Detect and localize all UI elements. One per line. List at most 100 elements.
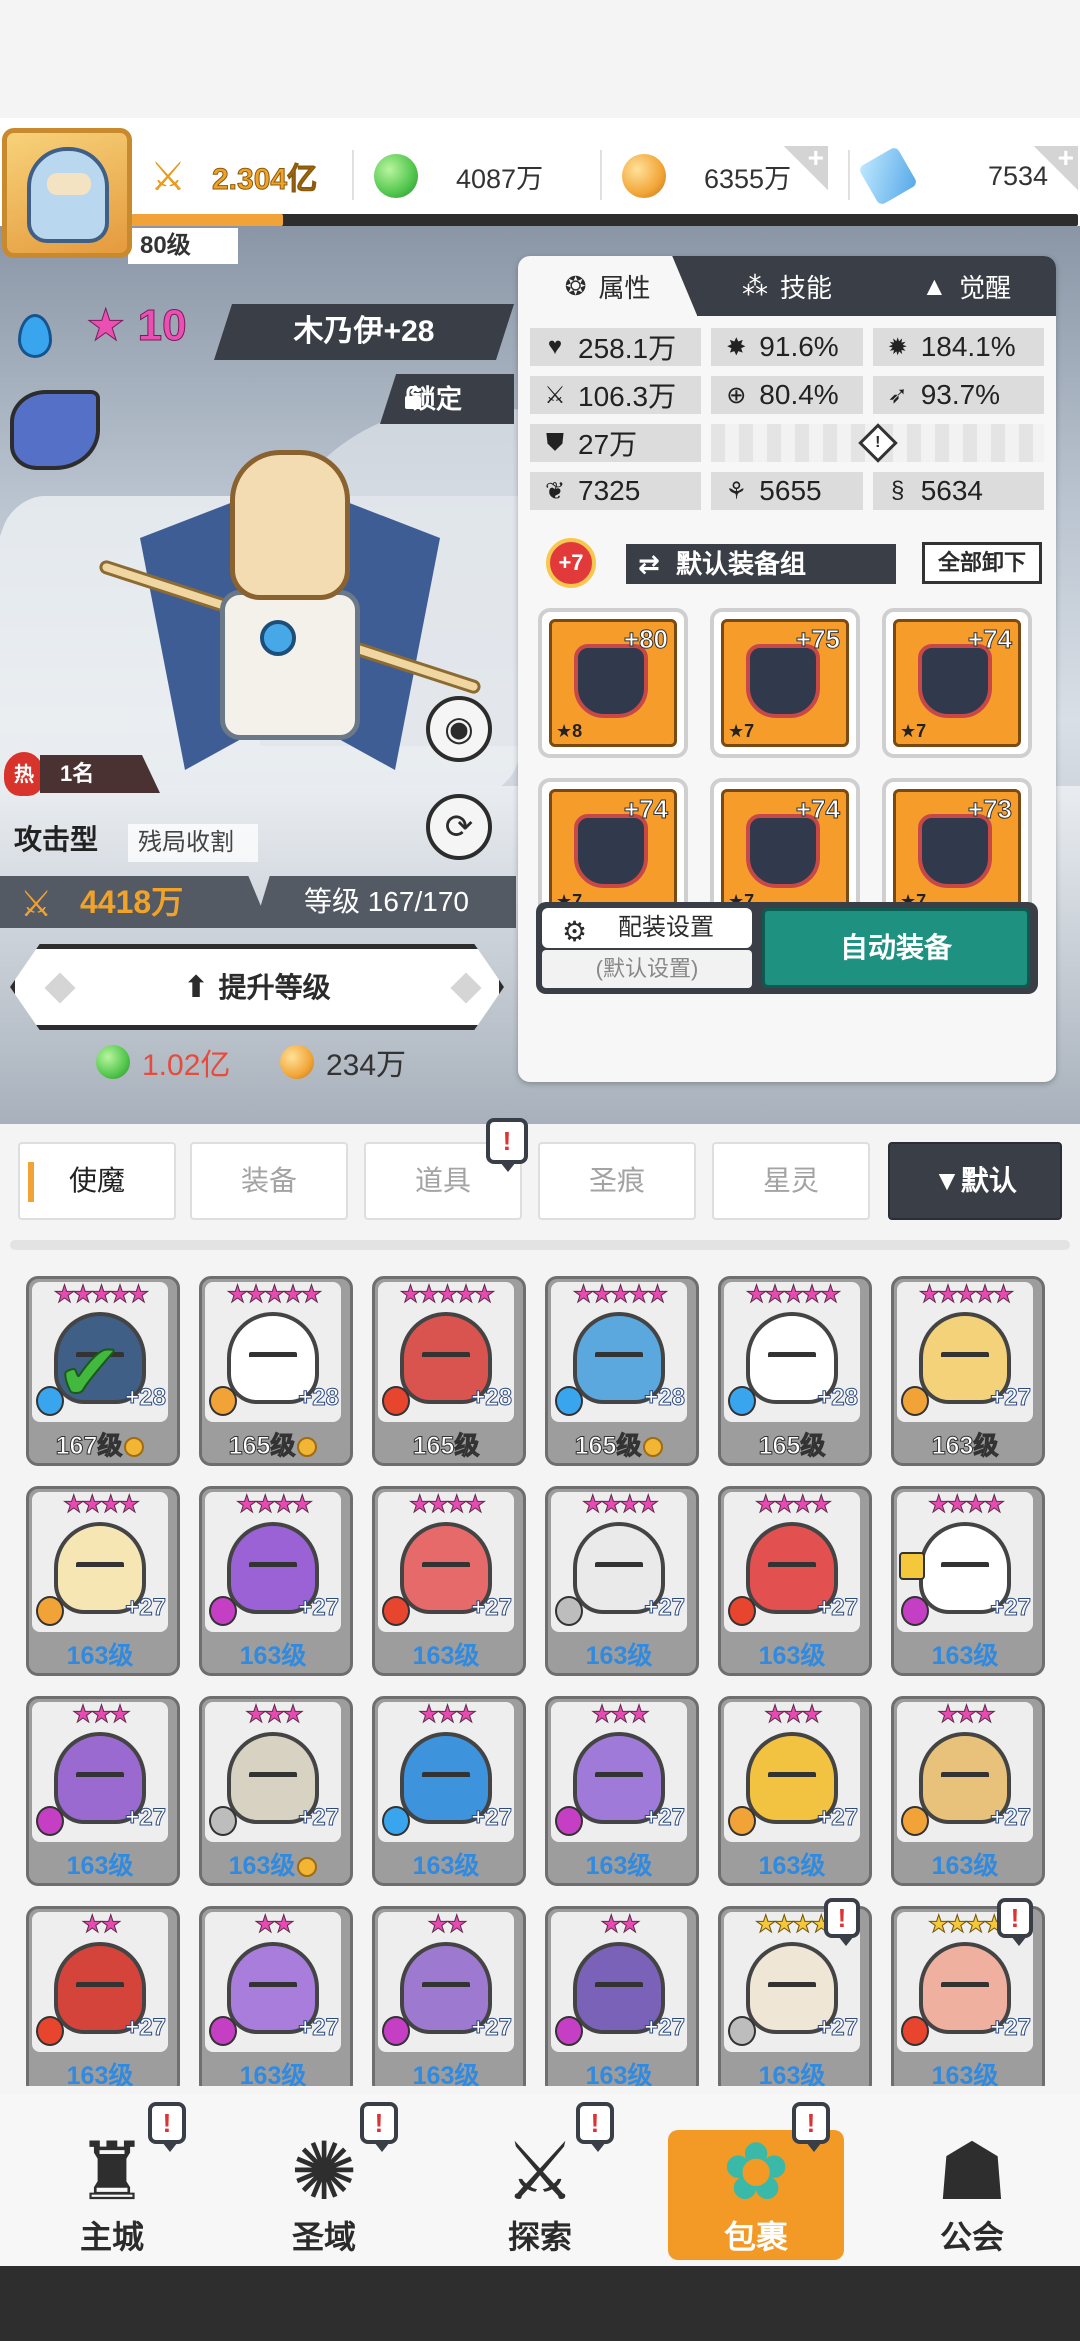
tab-awaken[interactable]: ▲ 觉醒 [877, 256, 1056, 316]
card-level: 163级 [545, 1846, 693, 1882]
familiar-card[interactable]: ★★★ +27 163级 [372, 1696, 526, 1886]
familiar-eyes [422, 1562, 470, 1572]
card-level: 163级 [718, 1636, 866, 1672]
familiar-card[interactable]: ★★★★ +27 163级! [891, 1898, 1045, 2086]
tab-stigmata[interactable]: 圣痕 [538, 1142, 696, 1220]
hero-star-level: ★ 10 [86, 301, 188, 351]
familiar-card[interactable]: ★★ +27 163级 [199, 1906, 353, 2086]
stat-value: 91.6% [759, 331, 839, 362]
equipment-slot[interactable]: +80 ★8 [538, 608, 688, 758]
card-level-value: 163级 [66, 2062, 134, 2086]
add-gold-plus-icon[interactable] [784, 142, 828, 190]
unload-all-button[interactable]: 全部卸下 [922, 542, 1042, 584]
eye-icon: ◉ [444, 710, 474, 748]
familiar-card[interactable]: ★★ +27 163级 [545, 1906, 699, 2086]
add-gem-plus-icon[interactable] [1034, 142, 1078, 190]
familiar-eyes [76, 1982, 124, 1992]
familiar-card[interactable]: ★★★ +27 163级 [891, 1696, 1045, 1886]
power-value: 2.304亿 [211, 163, 318, 197]
awaken-icon: ▲ [921, 270, 948, 301]
element-icon [901, 1596, 929, 1626]
familiar-card[interactable]: ★★★ +27 163级 [545, 1696, 699, 1886]
familiar-card[interactable]: ★★★★ +27 163级 [26, 1486, 180, 1676]
familiar-card[interactable]: ★★★★★ +28 165级 [199, 1276, 353, 1466]
nav-item[interactable]: ✺ 圣域! [216, 2094, 432, 2266]
familiar-card[interactable]: ★★★★★ +28 167级 ✔ [26, 1276, 180, 1466]
familiar-card[interactable]: ★★★★ +27 163级 [545, 1486, 699, 1676]
equipment-slot[interactable]: +75 ★7 [710, 608, 860, 758]
locked-stat-slot[interactable]: ! [711, 423, 1044, 463]
tab-equipment[interactable]: 装备 [190, 1142, 348, 1220]
familiar-card[interactable]: ★★★★★ +27 163级 [891, 1276, 1045, 1466]
nav-item[interactable]: ♜ 主城! [4, 2094, 220, 2266]
familiar-card[interactable]: ★★★★ +27 163级! [718, 1898, 872, 2086]
nav-item[interactable]: ⚔ 探索! [432, 2094, 648, 2266]
familiar-card[interactable]: ★★★★ +27 163级 [199, 1486, 353, 1676]
familiar-eyes [422, 1772, 470, 1782]
card-level: 163级 [891, 1846, 1039, 1882]
element-icon [36, 1596, 64, 1626]
familiar-eyes [768, 1982, 816, 1992]
familiar-card[interactable]: ★★★★ +27 163级 [372, 1486, 526, 1676]
system-bar [0, 2266, 1080, 2341]
card-level: 167级 [26, 1426, 174, 1462]
auto-equip-button[interactable]: 自动装备 [762, 908, 1030, 988]
nav-item[interactable]: ☗ 公会 [864, 2094, 1080, 2266]
card-rank: +27 [644, 1594, 686, 1622]
set-level-badge[interactable]: +7 [530, 532, 610, 594]
bag-icon: ✿ [722, 2127, 790, 2216]
alert-icon: ! [148, 2102, 186, 2152]
view-skin-button[interactable]: ◉ [426, 696, 492, 762]
card-rank: +27 [298, 2014, 340, 2042]
element-icon [728, 1386, 756, 1416]
loadout-settings-button[interactable]: ⚙ 配装设置 [542, 908, 752, 948]
tab-attributes[interactable]: ❂ 属性 [518, 256, 698, 316]
familiar-card[interactable]: ★★★★ +27 163级 [891, 1486, 1045, 1676]
familiar-eyes [249, 1352, 297, 1362]
card-level-value: 163级 [931, 1642, 999, 1670]
familiar-eyes [249, 1982, 297, 1992]
hero-class-icon[interactable] [10, 390, 100, 470]
tab-label: 技能 [779, 272, 832, 303]
familiar-card[interactable]: ★★★ +27 163级 [26, 1696, 180, 1886]
lock-button[interactable]: 锁定 [380, 374, 514, 424]
familiar-card[interactable]: ★★★★★ +28 165级 [545, 1276, 699, 1466]
hero-gem [260, 620, 296, 656]
element-icon [382, 1806, 410, 1836]
familiar-card[interactable]: ★★★★★ +28 165级 [372, 1276, 526, 1466]
check-icon: ✔ [55, 1327, 124, 1418]
familiar-card[interactable]: ★★★ +27 163级 [199, 1696, 353, 1886]
nav-item[interactable]: ✿ 包裹! [648, 2094, 864, 2266]
card-level: 163级 [199, 2056, 347, 2086]
sort-default-button[interactable]: ▼默认 [888, 1142, 1062, 1220]
gem-currency[interactable]: 7534 [857, 145, 1048, 207]
card-level: 163级 [26, 2056, 174, 2086]
player-avatar[interactable] [2, 128, 132, 258]
tab-skills[interactable]: ⁂ 技能 [697, 256, 876, 316]
set-level-value: +7 [546, 538, 596, 588]
card-level-value: 163级 [66, 1642, 134, 1670]
upgrade-level-button[interactable]: ⬆ 提升等级 [10, 944, 504, 1030]
equipment-set-selector[interactable]: ⇄ 默认装备组 [626, 544, 896, 584]
familiar-card[interactable]: ★★★★ +27 163级 [718, 1486, 872, 1676]
familiar-card[interactable]: ★★★★★ +28 165级 [718, 1276, 872, 1466]
coil-icon: § [891, 477, 905, 504]
alert-icon: ! [360, 2102, 398, 2152]
card-stars: ★★★★ [235, 1491, 313, 1519]
equipment-slot[interactable]: +74 ★7 [882, 608, 1032, 758]
familiar-card[interactable]: ★★★ +27 163级 [718, 1696, 872, 1886]
rotate-view-button[interactable]: ⟳ [426, 794, 492, 860]
tab-star-spirits[interactable]: 星灵 [712, 1142, 870, 1220]
hot-rank-badge[interactable]: 热 1名 [4, 752, 160, 796]
gold-currency[interactable]: 6355万 [622, 148, 791, 204]
card-rank: +28 [125, 1384, 167, 1412]
refresh-icon: ⟳ [444, 808, 474, 846]
familiar-card[interactable]: ★★ +27 163级 [372, 1906, 526, 2086]
element-icon [728, 1596, 756, 1626]
card-stars: ★★★★★ [918, 1281, 1015, 1309]
stat-hit: ⊕ 80.4% [711, 376, 863, 414]
tab-familiars[interactable]: 使魔 [18, 1142, 176, 1220]
card-rank: +27 [990, 1804, 1032, 1832]
card-level-value: 163级 [585, 1642, 653, 1670]
familiar-card[interactable]: ★★ +27 163级 [26, 1906, 180, 2086]
